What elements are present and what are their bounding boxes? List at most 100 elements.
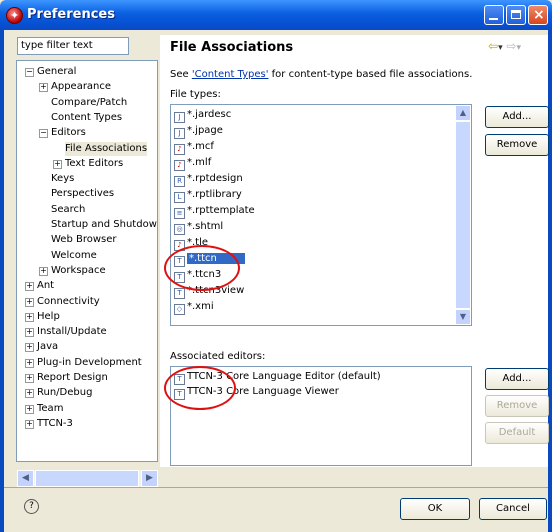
file-type-label: *.mlf [187,157,212,168]
add-editor-button[interactable]: Add... [485,368,549,390]
scroll-up-icon[interactable]: ▲ [455,105,471,121]
tree-item[interactable]: Content Types [51,111,122,125]
tree-item[interactable]: Search [51,203,85,217]
help-icon[interactable]: ? [24,499,39,514]
file-types-scrollbar[interactable]: ▲ ▼ [455,105,471,325]
file-type-label: *.xmi [187,301,214,312]
tree-item[interactable]: Welcome [51,249,97,263]
tree-item[interactable]: Web Browser [51,233,117,247]
tree-expander-icon[interactable]: + [25,312,34,322]
default-editor-button[interactable]: Default [485,422,549,444]
preference-tree[interactable]: − General + Appearance Compare/Patch Content … [16,60,158,462]
file-type-item[interactable]: J *.jardesc [174,108,232,123]
tree-expander-icon[interactable]: + [25,343,34,353]
content-types-link[interactable]: 'Content Types' [192,69,269,80]
tree-expander-icon[interactable]: + [25,404,34,414]
tree-expander-icon[interactable]: + [53,159,62,169]
history-nav: ⇦▾ ⇨▾ [488,39,521,53]
tree-item[interactable]: Plug-in Development [37,356,142,370]
desc-suffix: for content-type based file associations… [268,69,473,80]
scroll-left-icon[interactable]: ◀ [17,470,34,487]
file-type-item[interactable]: ◇ *.xmi [174,300,214,315]
tree-item[interactable]: File Associations [65,141,148,156]
tree-item[interactable]: Compare/Patch [51,96,127,110]
file-type-item[interactable]: R *.rptdesign [174,172,243,187]
tree-item[interactable]: Editors [51,126,86,140]
add-file-type-button[interactable]: Add... [485,106,549,128]
scrapbook-icon: J [174,128,185,139]
tree-item[interactable]: Startup and Shutdow [51,218,157,232]
file-type-item[interactable]: ≡ *.rpttemplate [174,204,255,219]
tree-item[interactable]: Text Editors [65,157,123,171]
tree-expander-icon[interactable]: − [25,68,34,77]
tree-expander-icon[interactable]: + [39,266,48,276]
tree-expander-icon[interactable]: + [25,297,34,307]
tree-item[interactable]: Connectivity [37,295,100,309]
eclipse-app-icon: ✦ [6,7,23,24]
forward-dropdown-icon[interactable]: ▾ [516,43,521,53]
file-type-label: *.mcf [187,141,214,152]
remove-file-type-button[interactable]: Remove [485,134,549,156]
associated-editors-label: Associated editors: [170,351,266,362]
remove-editor-button[interactable]: Remove [485,395,549,417]
scroll-thumb[interactable] [455,121,471,309]
title-bar[interactable]: ✦ Preferences × [0,0,552,30]
tree-expander-icon[interactable]: + [25,389,34,399]
file-types-list[interactable]: ▲ ▼ J *.jardesc J *.jpage ♪ *.mcf ♪ *.mlf R *.rpt… [170,104,472,326]
page-description: See 'Content Types' for content-type bas… [170,69,472,80]
tree-item[interactable]: Install/Update [37,325,107,339]
minimize-icon [489,18,498,20]
minimize-button[interactable] [484,5,504,25]
tree-item[interactable]: TTCN-3 [37,417,73,431]
file-type-item[interactable]: J *.jpage [174,124,223,139]
file-type-label: *.rptdesign [187,173,243,184]
tree-item[interactable]: Appearance [51,80,111,94]
file-type-item[interactable]: ♪ *.mcf [174,140,214,155]
forward-icon[interactable]: ⇨ [506,39,516,53]
report-design-icon: R [174,176,185,187]
tree-item[interactable]: Workspace [51,264,106,278]
tree-expander-icon[interactable]: + [25,328,34,338]
tree-expander-icon[interactable]: + [25,419,34,429]
file-type-item[interactable]: ◎ *.shtml [174,220,224,235]
file-type-item[interactable]: L *.rptlibrary [174,188,242,203]
file-type-label: *.rpttemplate [187,205,255,216]
tree-item[interactable]: Keys [51,172,74,186]
tree-item[interactable]: General [37,65,76,79]
close-button[interactable]: × [528,5,548,25]
tree-expander-icon[interactable]: + [39,83,48,93]
scroll-down-icon[interactable]: ▼ [455,309,471,325]
file-type-label: *.jardesc [187,109,232,120]
tree-expander-icon[interactable]: + [25,358,34,368]
tree-item[interactable]: Java [37,340,58,354]
window-title: Preferences [27,7,115,22]
report-library-icon: L [174,192,185,203]
scroll-thumb[interactable] [35,470,139,487]
annotation-circle-file-type [164,245,240,291]
tree-item[interactable]: Run/Debug [37,386,92,400]
maximize-icon [511,10,521,19]
back-icon[interactable]: ⇦ [488,39,498,53]
mcf-file-icon: ♪ [174,144,185,155]
file-type-label: *.shtml [187,221,224,232]
tree-item[interactable]: Team [37,402,63,416]
tree-expander-icon[interactable]: + [25,282,34,292]
tree-item[interactable]: Perspectives [51,187,114,201]
footer-separator [4,487,548,488]
scroll-right-icon[interactable]: ▶ [141,470,158,487]
ok-button[interactable]: OK [400,498,470,520]
tree-item[interactable]: Report Design [37,371,108,385]
tree-expander-icon[interactable]: + [25,374,34,383]
tree-expander-icon[interactable]: − [39,129,48,139]
tree-item[interactable]: Ant [37,279,54,293]
ttcn-file-icon: T [174,288,185,299]
file-types-label: File types: [170,89,221,100]
tree-item[interactable]: Help [37,310,60,324]
maximize-button[interactable] [506,5,526,25]
file-type-item[interactable]: ♪ *.mlf [174,156,212,171]
tree-horizontal-scrollbar[interactable]: ◀ ▶ [17,470,158,487]
desc-prefix: See [170,69,192,80]
cancel-button[interactable]: Cancel [479,498,547,520]
filter-input[interactable]: type filter text [17,37,129,55]
back-dropdown-icon[interactable]: ▾ [498,43,503,53]
